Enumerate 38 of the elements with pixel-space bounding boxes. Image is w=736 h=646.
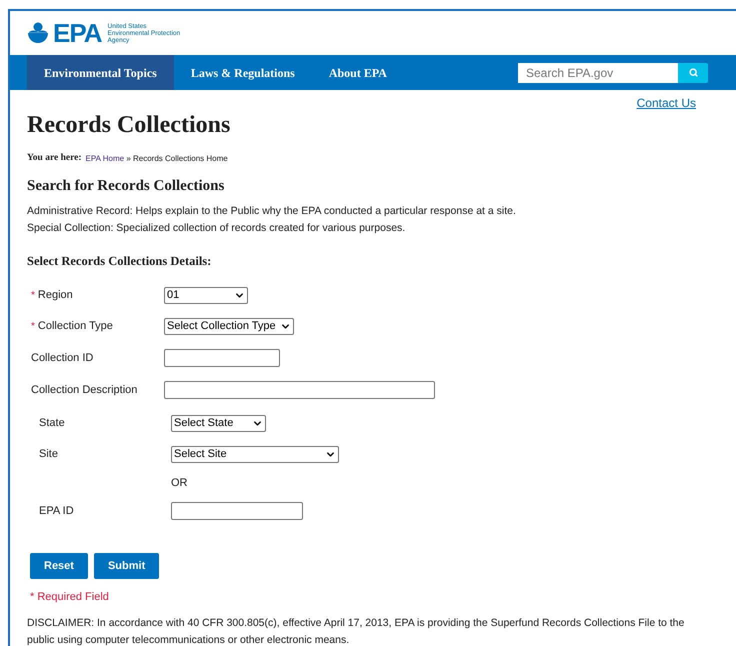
field-label: EPA ID [39,504,74,519]
required-mark: * [31,290,35,300]
nav-tab[interactable]: Laws & Regulations [174,55,312,90]
search-field[interactable]: Search EPA.gov [518,62,678,82]
required-mark: * [31,322,35,332]
search-icon [688,68,698,77]
required-note: * Required Field [29,592,110,603]
disclaimer-text: DISCLAIMER: In accordance with 40 CFR 300.805(c), effective April 17, 2013, EPA is providing the Superfund Records Collections File to the public using computer telecommunications or other electronic means. [27,616,686,646]
nav-tab[interactable]: Environmental Topics [27,55,174,90]
field-label: Collection ID [31,350,94,366]
description-text: Special Collection: Specialized collection of records created for various purposes. [27,220,406,236]
search-button[interactable] [678,62,708,82]
input-field[interactable] [164,381,435,399]
input-field[interactable] [164,349,280,367]
dropdown[interactable]: 01 [164,287,248,304]
input-field[interactable] [171,502,303,520]
breadcrumb-current: » Records Collections Home [125,154,228,163]
section-heading: Search for Records Collections [27,178,226,194]
field-label: Site [39,447,58,462]
form-heading: Select Records Collections Details: [27,254,212,267]
field-label: Region [38,288,73,304]
field-label: Collection Type [38,319,113,334]
field-label: Collection Description [31,382,138,398]
breadcrumb-label: You are here: [27,154,82,164]
dropdown[interactable]: Select State [171,415,266,432]
description-text: Administrative Record: Helps explain to the Public why the EPA conducted a particular response at a site. [27,204,517,218]
submit-button[interactable]: Submit [94,553,160,579]
field-label: State [39,416,65,432]
or-separator: OR [171,478,188,489]
breadcrumb-link[interactable]: EPA Home [86,154,124,163]
contact-link[interactable]: Contact Us [636,97,696,109]
dropdown[interactable]: Select Collection Type [164,318,294,335]
page-title: Records Collections [27,113,232,137]
nav-tab[interactable]: About EPA [312,55,404,90]
logo-wordmark: EPA [53,20,102,46]
dropdown[interactable]: Select Site [171,446,339,463]
logo-icon [27,22,49,44]
reset-button[interactable]: Reset [30,553,88,579]
